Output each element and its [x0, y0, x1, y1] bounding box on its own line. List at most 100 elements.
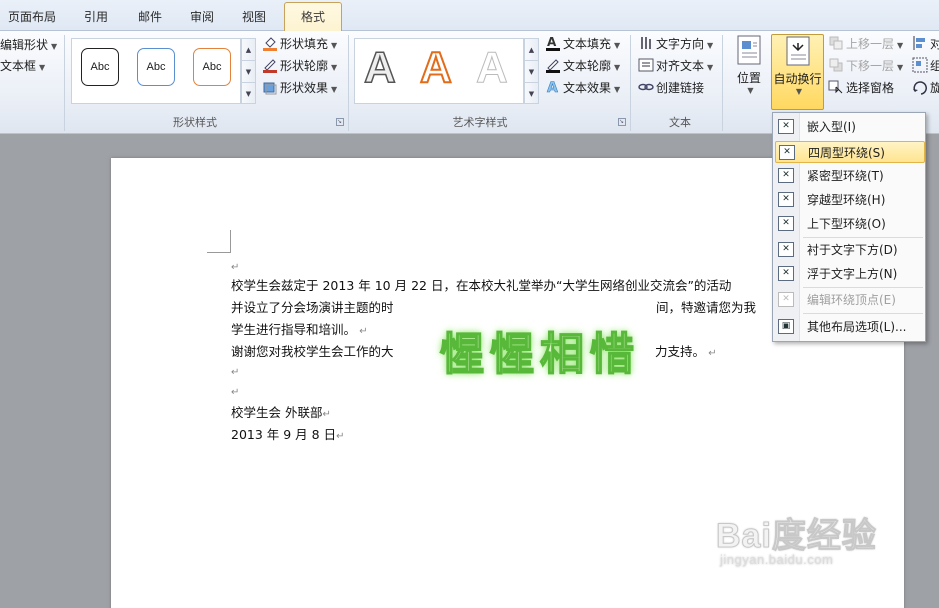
shape-outline-label: 形状轮廓 — [280, 59, 329, 73]
wrap-tight-label: 紧密型环绕(T) — [807, 169, 884, 183]
baidu-watermark: Bai度经验 jingyan.baidu.com — [716, 508, 877, 568]
group-icon — [912, 57, 928, 73]
group-button[interactable]: 组 — [912, 56, 939, 76]
text-direction-label: 文字方向 — [656, 37, 705, 51]
doc-line-2b[interactable]: 间，特邀请您为我 — [656, 297, 756, 316]
more-layout-options-item[interactable]: ▣ 其他布局选项(L)... — [775, 316, 925, 338]
send-backward-button[interactable]: 下移一层 ▼ — [828, 56, 903, 76]
tab-mailings[interactable]: 邮件 — [124, 8, 176, 31]
paragraph-mark: ↵ — [705, 348, 717, 359]
layout-options-icon: ▣ — [778, 319, 794, 334]
wrap-tight-item[interactable]: ✕ 紧密型环绕(T) — [775, 165, 925, 187]
signature-line-2[interactable]: 2013 年 9 月 8 日↵ — [231, 424, 344, 443]
signature-line-1[interactable]: 校学生会 外联部↵ — [231, 402, 331, 421]
shape-style-sample-1[interactable]: Abc — [81, 48, 119, 86]
shape-effects-button[interactable]: 形状效果 ▼ — [262, 78, 337, 98]
watermark-logo-text: Bai度经验 — [716, 517, 877, 556]
send-backward-label: 下移一层 — [846, 59, 895, 73]
wordart-sample-1[interactable]: A — [363, 42, 396, 93]
text-effects-button[interactable]: A 文本效果 ▼ — [545, 78, 620, 98]
scroll-down-icon[interactable]: ▼ — [525, 61, 538, 83]
doc-line-2a[interactable]: 并设立了分会场演讲主题的时 — [231, 297, 394, 316]
wrap-behind-text-label: 衬于文字下方(D) — [807, 243, 898, 257]
text-effects-icon: A — [547, 80, 559, 95]
svg-text:A: A — [547, 80, 558, 95]
selection-pane-button[interactable]: 选择窗格 — [828, 78, 894, 98]
shape-outline-button[interactable]: 形状轮廓 ▼ — [262, 56, 337, 76]
rotate-label: 旋 — [930, 81, 939, 95]
dialog-launcher-icon[interactable]: ↘ — [618, 118, 626, 126]
wrap-text-icon — [786, 36, 809, 66]
wrap-through-item[interactable]: ✕ 穿越型环绕(H) — [775, 189, 925, 211]
scroll-down-icon[interactable]: ▼ — [242, 61, 255, 83]
doc-line-4a[interactable]: 谢谢您对我校学生会工作的大 — [231, 341, 394, 360]
signature-line-1-text: 校学生会 外联部 — [231, 405, 323, 420]
align-button[interactable]: 对 — [912, 34, 939, 54]
gallery-more-icon[interactable]: ▼ — [242, 83, 255, 105]
shape-style-sample-3[interactable]: Abc — [193, 48, 231, 86]
group-separator — [630, 35, 631, 131]
shape-effects-label: 形状效果 — [280, 81, 329, 95]
scroll-up-icon[interactable]: ▲ — [525, 39, 538, 61]
textbox-label: 文本框 — [0, 59, 37, 73]
bring-forward-label: 上移一层 — [846, 37, 895, 51]
bring-forward-button[interactable]: 上移一层 ▼ — [828, 34, 903, 54]
shape-style-sample-2[interactable]: Abc — [137, 48, 175, 86]
signature-line-2-text: 2013 年 9 月 8 日 — [231, 427, 337, 442]
doc-line-4b-text: 力支持。 — [655, 344, 706, 359]
wordart-sample-3[interactable]: A — [476, 43, 509, 93]
dropdown-arrow-icon: ▼ — [747, 86, 754, 95]
position-button[interactable]: 位置 ▼ — [730, 34, 768, 95]
dropdown-arrow-icon: ▼ — [707, 41, 714, 50]
doc-line-4b[interactable]: 力支持。 ↵ — [655, 341, 717, 360]
paragraph-mark: ↵ — [231, 387, 240, 398]
wrap-behind-text-item[interactable]: ✕ 衬于文字下方(D) — [775, 239, 925, 261]
wrap-square-item[interactable]: ✕ 四周型环绕(S) — [775, 141, 925, 163]
scroll-up-icon[interactable]: ▲ — [242, 39, 255, 61]
rotate-button[interactable]: 旋 — [912, 78, 939, 98]
shape-fill-button[interactable]: 形状填充 ▼ — [262, 34, 337, 54]
gallery-more-icon[interactable]: ▼ — [525, 83, 538, 105]
more-layout-options-label: 其他布局选项(L)... — [807, 320, 907, 334]
doc-line-3[interactable]: 学生进行指导和培训。 ↵ — [231, 319, 368, 338]
wordart-gallery-scroll[interactable]: ▲ ▼ ▼ — [524, 38, 539, 104]
create-link-button[interactable]: 创建链接 — [638, 78, 704, 98]
group-separator — [722, 35, 723, 131]
text-direction-button[interactable]: 文字方向 ▼ — [638, 34, 713, 54]
wordart-text[interactable]: 惺惺相惜 — [439, 318, 640, 382]
wrap-in-front-item[interactable]: ✕ 浮于文字上方(N) — [775, 263, 925, 285]
edit-shape-button[interactable]: 编辑形状 ▼ — [0, 35, 57, 55]
paragraph-mark: ↵ — [356, 326, 368, 337]
tab-format[interactable]: 格式 — [284, 2, 342, 32]
tab-references[interactable]: 引用 — [70, 8, 122, 31]
watermark-url: jingyan.baidu.com — [720, 552, 834, 567]
wrap-text-button[interactable]: 自动换行 ▼ — [771, 34, 824, 110]
shape-gallery-scroll[interactable]: ▲ ▼ ▼ — [241, 38, 256, 104]
text-outline-button[interactable]: 文本轮廓 ▼ — [545, 56, 620, 76]
wrap-top-bottom-item[interactable]: ✕ 上下型环绕(O) — [775, 213, 925, 235]
rotate-icon — [913, 81, 927, 95]
edit-wrap-points-icon: ✕ — [778, 292, 794, 307]
wrap-behind-text-icon: ✕ — [778, 242, 794, 257]
ribbon-tab-bar: 页面布局 引用 邮件 审阅 视图 格式 — [0, 0, 939, 32]
textbox-button[interactable]: 文本框 ▼ — [0, 56, 45, 76]
menu-separator — [803, 313, 923, 314]
wrap-inline-item[interactable]: ✕ 嵌入型(I) — [775, 116, 925, 138]
wrap-text-menu: ✕ 嵌入型(I) ✕ 四周型环绕(S) ✕ 紧密型环绕(T) ✕ 穿越型环绕(H) ✕ 上… — [772, 112, 926, 342]
doc-line-1[interactable]: 校学生会兹定于 2013 年 10 月 22 日，在本校大礼堂举办“大学生网络创… — [231, 275, 731, 294]
tab-page-layout[interactable]: 页面布局 — [0, 8, 64, 31]
paragraph-mark: ↵ — [336, 431, 345, 442]
group-separator — [64, 35, 65, 131]
tab-review[interactable]: 审阅 — [176, 8, 228, 31]
dialog-launcher-icon[interactable]: ↘ — [336, 118, 344, 126]
paint-bucket-icon — [263, 37, 277, 51]
bring-forward-icon — [829, 36, 843, 50]
align-text-button[interactable]: 对齐文本 ▼ — [638, 56, 713, 76]
wrap-inline-label: 嵌入型(I) — [807, 120, 856, 134]
text-group-label: 文本 — [669, 116, 691, 129]
doc-line-2a-text: 并设立了分会场演讲主题的时 — [231, 300, 394, 315]
tab-view[interactable]: 视图 — [228, 8, 280, 31]
dropdown-arrow-icon: ▼ — [39, 63, 46, 72]
wordart-sample-2[interactable]: A — [419, 42, 453, 93]
text-fill-button[interactable]: A 文本填充 ▼ — [545, 34, 620, 54]
